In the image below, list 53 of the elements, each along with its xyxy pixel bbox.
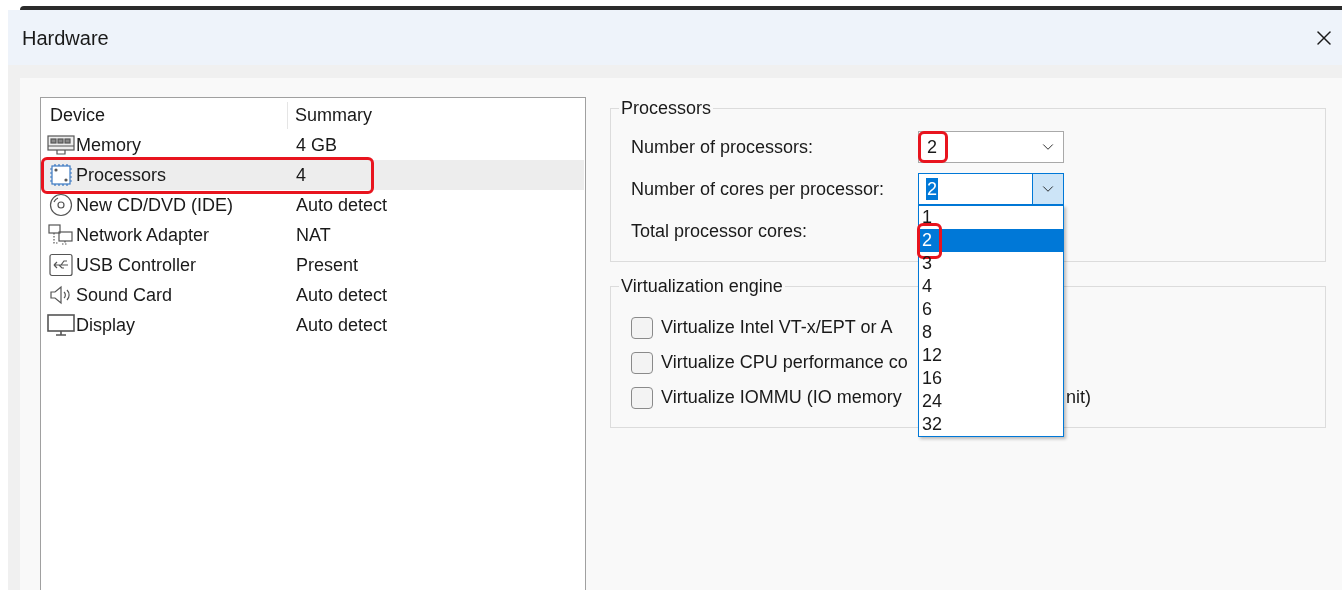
dropdown-option[interactable]: 4	[919, 275, 1063, 298]
checkbox[interactable]	[631, 316, 653, 339]
usb-icon	[47, 253, 75, 277]
device-row[interactable]: Network Adapter NAT	[42, 220, 584, 250]
dropdown-option[interactable]: 2	[919, 229, 1063, 252]
dropdown-option[interactable]: 12	[919, 344, 1063, 367]
device-row[interactable]: New CD/DVD (IDE) Auto detect	[42, 190, 584, 220]
disc-icon	[47, 193, 75, 217]
device-summary: Auto detect	[295, 313, 388, 337]
device-name: Sound Card	[76, 283, 173, 307]
device-name: Memory	[76, 133, 141, 157]
field-value: 2	[926, 136, 938, 158]
device-row[interactable]: Display Auto detect	[42, 310, 584, 340]
dropdown-option[interactable]: 8	[919, 321, 1063, 344]
dropdown-option[interactable]: 16	[919, 367, 1063, 390]
device-name: Processors	[76, 163, 167, 187]
dropdown-option[interactable]: 1	[919, 206, 1063, 229]
dropdown-option[interactable]: 3	[919, 252, 1063, 275]
dropdown-field[interactable]: 2	[918, 173, 1064, 205]
field-label: Number of processors:	[631, 135, 815, 159]
field-value: 2	[926, 178, 938, 200]
device-summary: NAT	[295, 223, 331, 247]
device-name: Display	[76, 313, 136, 337]
device-row[interactable]: Sound Card Auto detect	[42, 280, 584, 310]
dropdown-field[interactable]: 2	[918, 131, 1064, 163]
device-name: New CD/DVD (IDE)	[76, 193, 233, 217]
checkbox-label: Virtualize CPU performance co	[661, 351, 908, 374]
memory-icon	[47, 133, 75, 157]
column-header[interactable]: Summary	[288, 101, 372, 129]
checkbox-label: Virtualize Intel VT-x/EPT or A	[661, 316, 893, 339]
dropdown-option[interactable]: 32	[919, 413, 1063, 436]
device-row[interactable]: USB Controller Present	[42, 250, 584, 280]
device-summary: Present	[295, 253, 359, 277]
network-icon	[47, 223, 75, 247]
monitor-icon	[47, 313, 75, 337]
device-summary: 4	[295, 163, 306, 187]
device-summary: Auto detect	[295, 193, 388, 217]
checkbox-label: Virtualize IOMMU (IO memory	[661, 386, 902, 409]
dropdown-option[interactable]: 6	[919, 298, 1063, 321]
checkbox[interactable]	[631, 386, 653, 409]
device-summary: Auto detect	[295, 283, 388, 307]
field-label: Number of cores per processor:	[631, 177, 886, 201]
column-header[interactable]: Device	[42, 101, 288, 129]
device-row[interactable]: Memory 4 GB	[42, 130, 584, 160]
field-label: Total processor cores:	[631, 219, 809, 243]
window-title: Hardware	[22, 25, 109, 51]
device-name: USB Controller	[76, 253, 197, 277]
device-summary: 4 GB	[295, 133, 338, 157]
chip-icon	[47, 163, 75, 187]
dropdown-option[interactable]: 24	[919, 390, 1063, 413]
checkbox[interactable]	[631, 351, 653, 374]
device-name: Network Adapter	[76, 223, 210, 247]
checkbox-label: nit)	[1066, 386, 1091, 409]
